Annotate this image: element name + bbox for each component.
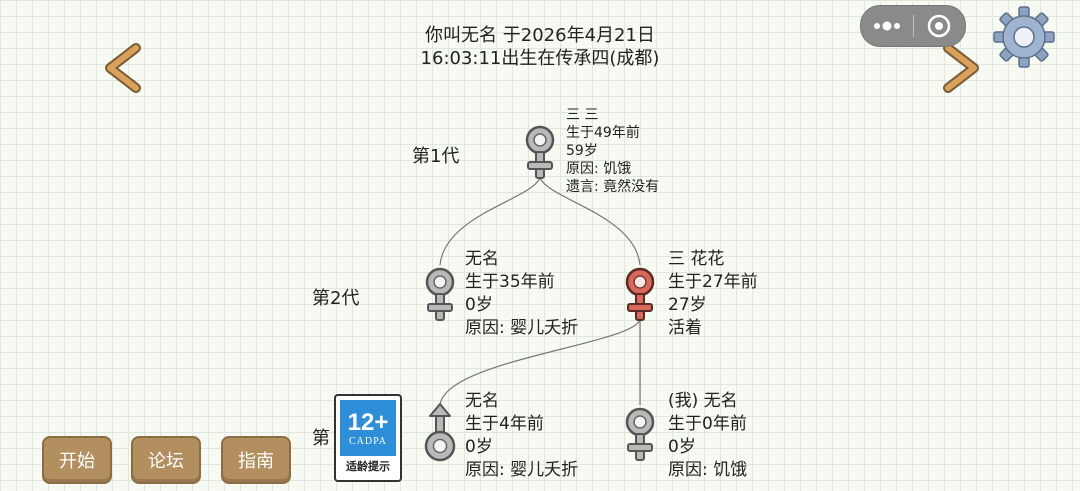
person-born: 生于4年前 bbox=[465, 414, 544, 434]
person-age: 0岁 bbox=[668, 437, 696, 457]
person-age: 0岁 bbox=[465, 437, 493, 457]
person-born: 生于0年前 bbox=[668, 414, 747, 434]
person-born: 生于27年前 bbox=[668, 272, 758, 292]
forum-button[interactable]: 论坛 bbox=[131, 436, 201, 484]
person-cause: 原因: 饥饿 bbox=[668, 460, 748, 480]
person-g2b-info: 三 花花 生于27年前 27岁 活着 bbox=[668, 248, 758, 340]
person-g1-info: 三 三 生于49年前 59岁 原因: 饥饿 遗言: 竟然没有 bbox=[566, 106, 659, 196]
person-name: 三 三 bbox=[566, 107, 599, 123]
female-icon[interactable] bbox=[622, 404, 658, 466]
female-icon[interactable] bbox=[422, 264, 458, 326]
person-cause: 原因: 婴儿夭折 bbox=[465, 460, 579, 480]
female-icon[interactable] bbox=[622, 264, 658, 326]
person-age: 0岁 bbox=[465, 295, 493, 315]
person-g2a-info: 无名 生于35年前 0岁 原因: 婴儿夭折 bbox=[465, 248, 578, 340]
person-status: 活着 bbox=[668, 318, 702, 338]
guide-button[interactable]: 指南 bbox=[221, 436, 291, 484]
person-cause: 原因: 婴儿夭折 bbox=[465, 318, 579, 338]
person-age: 27岁 bbox=[668, 295, 707, 315]
person-name: (我) 无名 bbox=[668, 391, 738, 411]
female-icon[interactable] bbox=[522, 122, 558, 184]
start-button[interactable]: 开始 bbox=[42, 436, 112, 484]
male-icon[interactable] bbox=[420, 402, 460, 466]
person-g3a-info: 无名 生于4年前 0岁 原因: 婴儿夭折 bbox=[465, 390, 578, 482]
age-rating-number: 12+ bbox=[347, 408, 389, 436]
generation-1-label: 第1代 bbox=[412, 146, 460, 167]
age-rating-badge[interactable]: 12+ CADPA 适龄提示 bbox=[334, 394, 402, 482]
person-name: 三 花花 bbox=[668, 249, 725, 269]
age-rating-org: CADPA bbox=[349, 435, 387, 447]
person-cause: 原因: 饥饿 bbox=[566, 161, 632, 177]
person-g3b-info: (我) 无名 生于0年前 0岁 原因: 饥饿 bbox=[668, 390, 747, 482]
person-born: 生于49年前 bbox=[566, 125, 640, 141]
generation-2-label: 第2代 bbox=[312, 288, 360, 309]
person-name: 无名 bbox=[465, 391, 499, 411]
age-rating-top: 12+ CADPA bbox=[340, 400, 396, 456]
person-will: 遗言: 竟然没有 bbox=[566, 179, 660, 195]
person-age: 59岁 bbox=[566, 143, 598, 159]
person-born: 生于35年前 bbox=[465, 272, 555, 292]
age-rating-hint: 适龄提示 bbox=[346, 460, 390, 473]
person-name: 无名 bbox=[465, 249, 499, 269]
generation-3-label: 第 bbox=[312, 428, 330, 449]
